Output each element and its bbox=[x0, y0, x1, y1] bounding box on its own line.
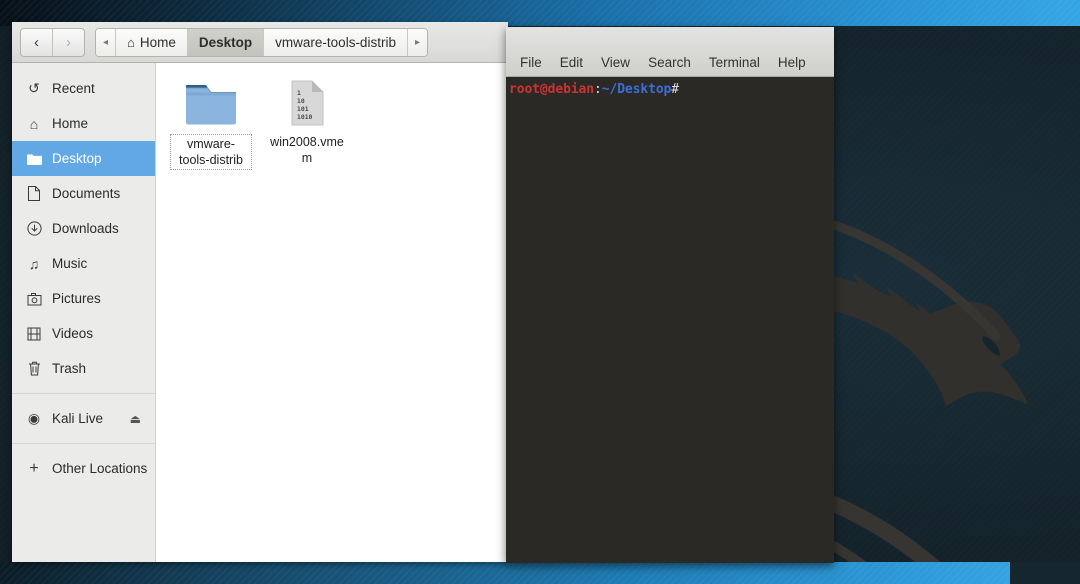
trash-icon bbox=[26, 361, 42, 376]
sidebar-item-label: Kali Live bbox=[52, 411, 104, 426]
file-item-win2008-vmem[interactable]: 1 10 101 1010 win2008.vmem bbox=[266, 75, 348, 166]
prompt-path: ~/Desktop bbox=[601, 82, 672, 97]
sidebar-divider-2 bbox=[12, 443, 155, 444]
sidebar-item-label: Music bbox=[52, 256, 88, 271]
breadcrumb-item-label: Desktop bbox=[198, 34, 253, 50]
breadcrumb-scroll-left[interactable]: ◂ bbox=[96, 28, 117, 56]
wallpaper-bottom-right-block bbox=[1010, 562, 1080, 584]
sidebar-item-label: Pictures bbox=[52, 291, 101, 306]
svg-text:10: 10 bbox=[297, 97, 305, 105]
file-manager-body: ↺ Recent ⌂ Home Desktop Documents Downlo… bbox=[12, 63, 508, 562]
svg-text:1010: 1010 bbox=[297, 113, 313, 121]
camera-icon bbox=[26, 292, 42, 306]
file-manager-window: ‹ › ◂ ⌂ Home Desktop vmware-tools-distri… bbox=[12, 22, 508, 562]
sidebar-item-kali-live[interactable]: ◉ Kali Live ⏏ bbox=[12, 401, 155, 436]
breadcrumb-item-home[interactable]: ⌂ Home bbox=[116, 28, 188, 56]
sidebar-item-label: Trash bbox=[52, 361, 87, 376]
home-icon: ⌂ bbox=[127, 34, 135, 50]
sidebar-item-label: Other Locations bbox=[52, 461, 148, 476]
menu-help[interactable]: Help bbox=[778, 55, 806, 70]
menu-edit[interactable]: Edit bbox=[560, 55, 583, 70]
sidebar-item-recent[interactable]: ↺ Recent bbox=[12, 71, 155, 106]
prompt-colon: : bbox=[594, 82, 602, 97]
triangle-right-icon: ▸ bbox=[414, 36, 420, 48]
sidebar-item-trash[interactable]: Trash bbox=[12, 351, 155, 386]
chevron-left-icon: ‹ bbox=[34, 33, 39, 51]
sidebar-item-label: Desktop bbox=[52, 151, 102, 166]
sidebar-item-pictures[interactable]: Pictures bbox=[12, 281, 155, 316]
sidebar-item-label: Videos bbox=[52, 326, 94, 341]
terminal-output-area[interactable]: root@debian:~/Desktop# bbox=[506, 77, 834, 563]
forward-button[interactable]: › bbox=[52, 28, 84, 56]
home-icon: ⌂ bbox=[29, 115, 39, 132]
wallpaper-bottom-band bbox=[0, 562, 1080, 584]
terminal-menubar: File Edit View Search Terminal Help bbox=[506, 27, 834, 77]
terminal-prompt-line: root@debian:~/Desktop# bbox=[509, 82, 834, 97]
eject-icon[interactable]: ⏏ bbox=[130, 412, 141, 426]
terminal-window: File Edit View Search Terminal Help root… bbox=[506, 27, 834, 563]
disc-icon: ◉ bbox=[27, 410, 41, 426]
file-manager-header: ‹ › ◂ ⌂ Home Desktop vmware-tools-distri… bbox=[12, 22, 508, 63]
prompt-sigil: # bbox=[671, 82, 680, 97]
download-icon bbox=[26, 221, 42, 236]
document-icon bbox=[26, 186, 42, 201]
file-list-area[interactable]: vmware-tools-distrib 1 10 101 1010 win20… bbox=[156, 63, 508, 562]
sidebar-item-label: Home bbox=[52, 116, 89, 131]
sidebar-item-desktop[interactable]: Desktop bbox=[12, 141, 155, 176]
svg-text:1: 1 bbox=[297, 89, 301, 97]
folder-icon bbox=[183, 75, 239, 127]
file-item-label: vmware-tools-distrib bbox=[170, 134, 252, 170]
sidebar-item-label: Downloads bbox=[52, 221, 119, 236]
document-icon: 1 10 101 1010 bbox=[285, 75, 329, 127]
breadcrumb-item-label: vmware-tools-distrib bbox=[275, 34, 396, 50]
menu-file[interactable]: File bbox=[520, 55, 542, 70]
desktop-screen: ‹ › ◂ ⌂ Home Desktop vmware-tools-distri… bbox=[0, 0, 1080, 584]
film-icon bbox=[26, 327, 42, 341]
sidebar-divider-1 bbox=[12, 393, 155, 394]
sidebar-item-music[interactable]: ♫ Music bbox=[12, 246, 155, 281]
svg-text:101: 101 bbox=[297, 105, 309, 113]
sidebar-item-label: Documents bbox=[52, 186, 121, 201]
breadcrumb-item-vmware-tools-distrib[interactable]: vmware-tools-distrib bbox=[264, 28, 408, 56]
menu-search[interactable]: Search bbox=[648, 55, 691, 70]
prompt-user-host: root@debian bbox=[509, 82, 594, 97]
sidebar-item-downloads[interactable]: Downloads bbox=[12, 211, 155, 246]
menu-view[interactable]: View bbox=[601, 55, 630, 70]
music-note-icon: ♫ bbox=[28, 255, 40, 272]
breadcrumb-item-label: Home bbox=[139, 34, 176, 50]
sidebar-item-other-locations[interactable]: + Other Locations bbox=[12, 451, 155, 486]
sidebar-item-videos[interactable]: Videos bbox=[12, 316, 155, 351]
breadcrumb-scroll-right[interactable]: ▸ bbox=[407, 28, 427, 56]
breadcrumb: ◂ ⌂ Home Desktop vmware-tools-distrib ▸ bbox=[95, 27, 428, 57]
menu-terminal[interactable]: Terminal bbox=[709, 55, 760, 70]
navigation-button-group: ‹ › bbox=[20, 27, 85, 57]
clock-icon: ↺ bbox=[28, 80, 40, 96]
triangle-left-icon: ◂ bbox=[103, 36, 109, 48]
plus-icon: + bbox=[29, 459, 39, 477]
sidebar-item-label: Recent bbox=[52, 81, 95, 96]
file-item-vmware-tools-distrib[interactable]: vmware-tools-distrib bbox=[170, 75, 252, 170]
sidebar-item-documents[interactable]: Documents bbox=[12, 176, 155, 211]
back-button[interactable]: ‹ bbox=[21, 29, 52, 56]
folder-icon bbox=[26, 153, 42, 165]
sidebar: ↺ Recent ⌂ Home Desktop Documents Downlo… bbox=[12, 63, 156, 562]
file-item-label: win2008.vmem bbox=[270, 135, 344, 165]
breadcrumb-item-desktop[interactable]: Desktop bbox=[187, 28, 265, 56]
chevron-right-icon: › bbox=[66, 33, 71, 51]
sidebar-item-home[interactable]: ⌂ Home bbox=[12, 106, 155, 141]
